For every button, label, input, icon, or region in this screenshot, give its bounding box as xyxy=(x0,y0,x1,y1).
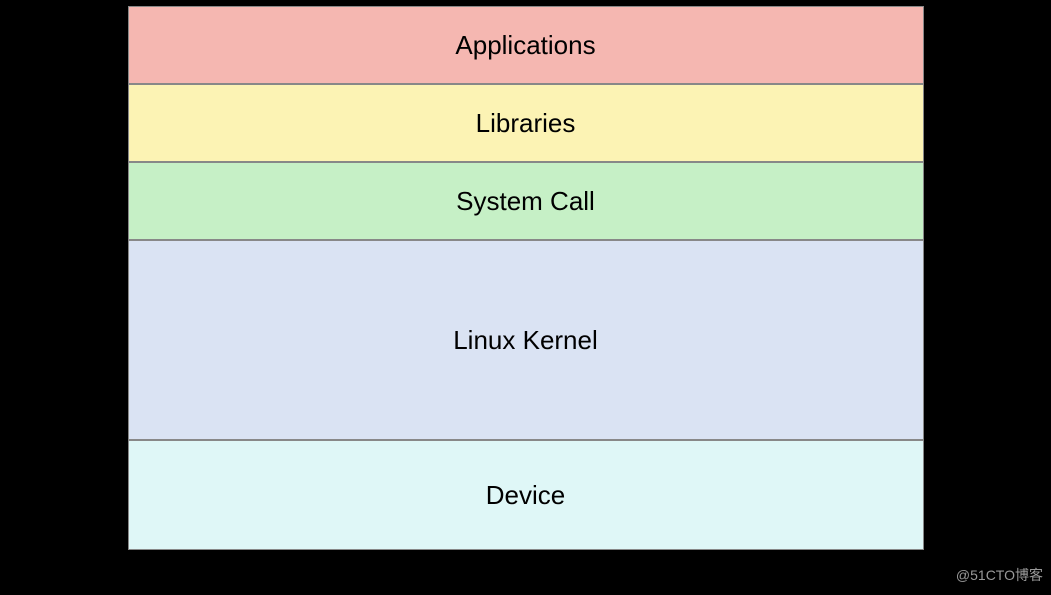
architecture-stack: Applications Libraries System Call Linux… xyxy=(128,6,924,550)
layer-kernel: Linux Kernel xyxy=(128,240,924,440)
layer-libraries: Libraries xyxy=(128,84,924,162)
layer-device: Device xyxy=(128,440,924,550)
layer-systemcall: System Call xyxy=(128,162,924,240)
layer-systemcall-label: System Call xyxy=(456,186,595,217)
layer-kernel-label: Linux Kernel xyxy=(453,325,598,356)
layer-device-label: Device xyxy=(486,480,565,511)
watermark: @51CTO博客 xyxy=(956,565,1043,585)
layer-applications-label: Applications xyxy=(455,30,595,61)
layer-libraries-label: Libraries xyxy=(476,108,576,139)
layer-applications: Applications xyxy=(128,6,924,84)
